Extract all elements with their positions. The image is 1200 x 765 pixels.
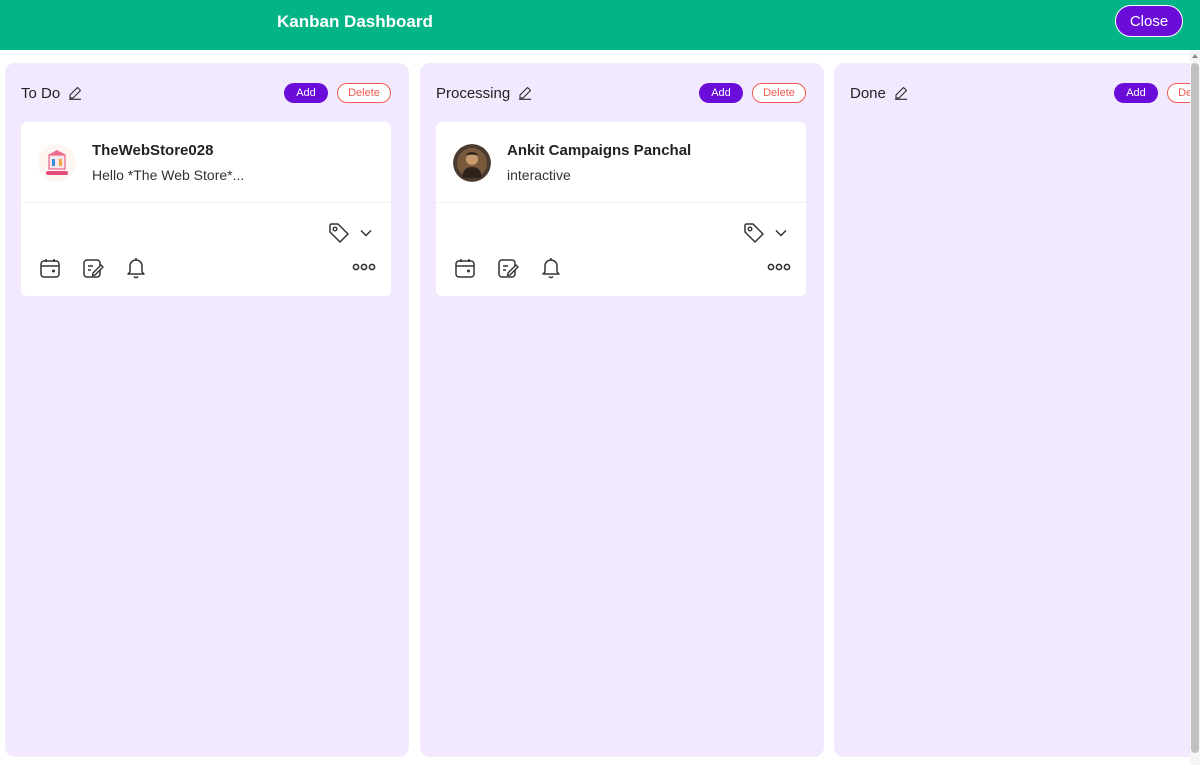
pencil-icon[interactable] (894, 86, 908, 100)
scrollbar-thumb[interactable] (1191, 63, 1199, 753)
card-name: Ankit Campaigns Panchal (507, 142, 692, 159)
card-divider (21, 202, 391, 203)
column-title: To Do (21, 85, 61, 102)
calendar-icon[interactable] (453, 256, 477, 280)
delete-button[interactable]: Delete (337, 83, 391, 103)
column-header: To Do Add Delete (21, 83, 393, 107)
column-processing: Processing Add Delete Ankit Campaigns Pa… (420, 63, 824, 757)
delete-button[interactable]: Delete (752, 83, 806, 103)
card-message: interactive (507, 167, 571, 183)
note-edit-icon[interactable] (496, 256, 520, 280)
card-name: TheWebStore028 (92, 142, 214, 159)
kanban-card[interactable]: Ankit Campaigns Panchal interactive (436, 122, 806, 296)
bell-icon[interactable] (539, 255, 563, 279)
avatar (38, 144, 76, 182)
person-photo-icon (453, 144, 491, 182)
page-title: Kanban Dashboard (277, 12, 433, 31)
add-button[interactable]: Add (699, 83, 743, 103)
close-button[interactable]: Close (1115, 5, 1183, 37)
column-done: Done Add Delete (834, 63, 1190, 757)
chevron-down-icon[interactable] (359, 226, 373, 240)
add-button[interactable]: Add (1114, 83, 1158, 103)
column-title-wrap: Done (850, 85, 908, 102)
store-logo-icon (38, 144, 76, 182)
column-title: Processing (436, 85, 511, 102)
column-header: Processing Add Delete (436, 83, 808, 107)
pencil-icon[interactable] (518, 86, 532, 100)
note-edit-icon[interactable] (81, 256, 105, 280)
delete-button[interactable]: Delete (1167, 83, 1190, 103)
scroll-up-arrow-icon[interactable] (1192, 54, 1198, 58)
pencil-icon[interactable] (68, 86, 82, 100)
column-header: Done Add Delete (850, 83, 1190, 107)
card-message: Hello *The Web Store*... (92, 167, 245, 183)
more-icon[interactable] (352, 262, 376, 272)
calendar-icon[interactable] (38, 256, 62, 280)
bell-icon[interactable] (124, 255, 148, 279)
add-button[interactable]: Add (284, 83, 328, 103)
chevron-down-icon[interactable] (774, 226, 788, 240)
kanban-board: To Do Add Delete TheWebStore028 Hello *T… (0, 50, 1190, 765)
column-title: Done (850, 85, 886, 102)
column-title-wrap: To Do (21, 85, 82, 102)
column-todo: To Do Add Delete TheWebStore028 Hello *T… (5, 63, 409, 757)
avatar (453, 144, 491, 182)
column-title-wrap: Processing (436, 85, 532, 102)
tag-icon[interactable] (742, 221, 766, 245)
tag-icon[interactable] (327, 221, 351, 245)
more-icon[interactable] (767, 262, 791, 272)
kanban-card[interactable]: TheWebStore028 Hello *The Web Store*... (21, 122, 391, 296)
card-divider (436, 202, 806, 203)
app-header: Kanban Dashboard Close (0, 0, 1200, 50)
